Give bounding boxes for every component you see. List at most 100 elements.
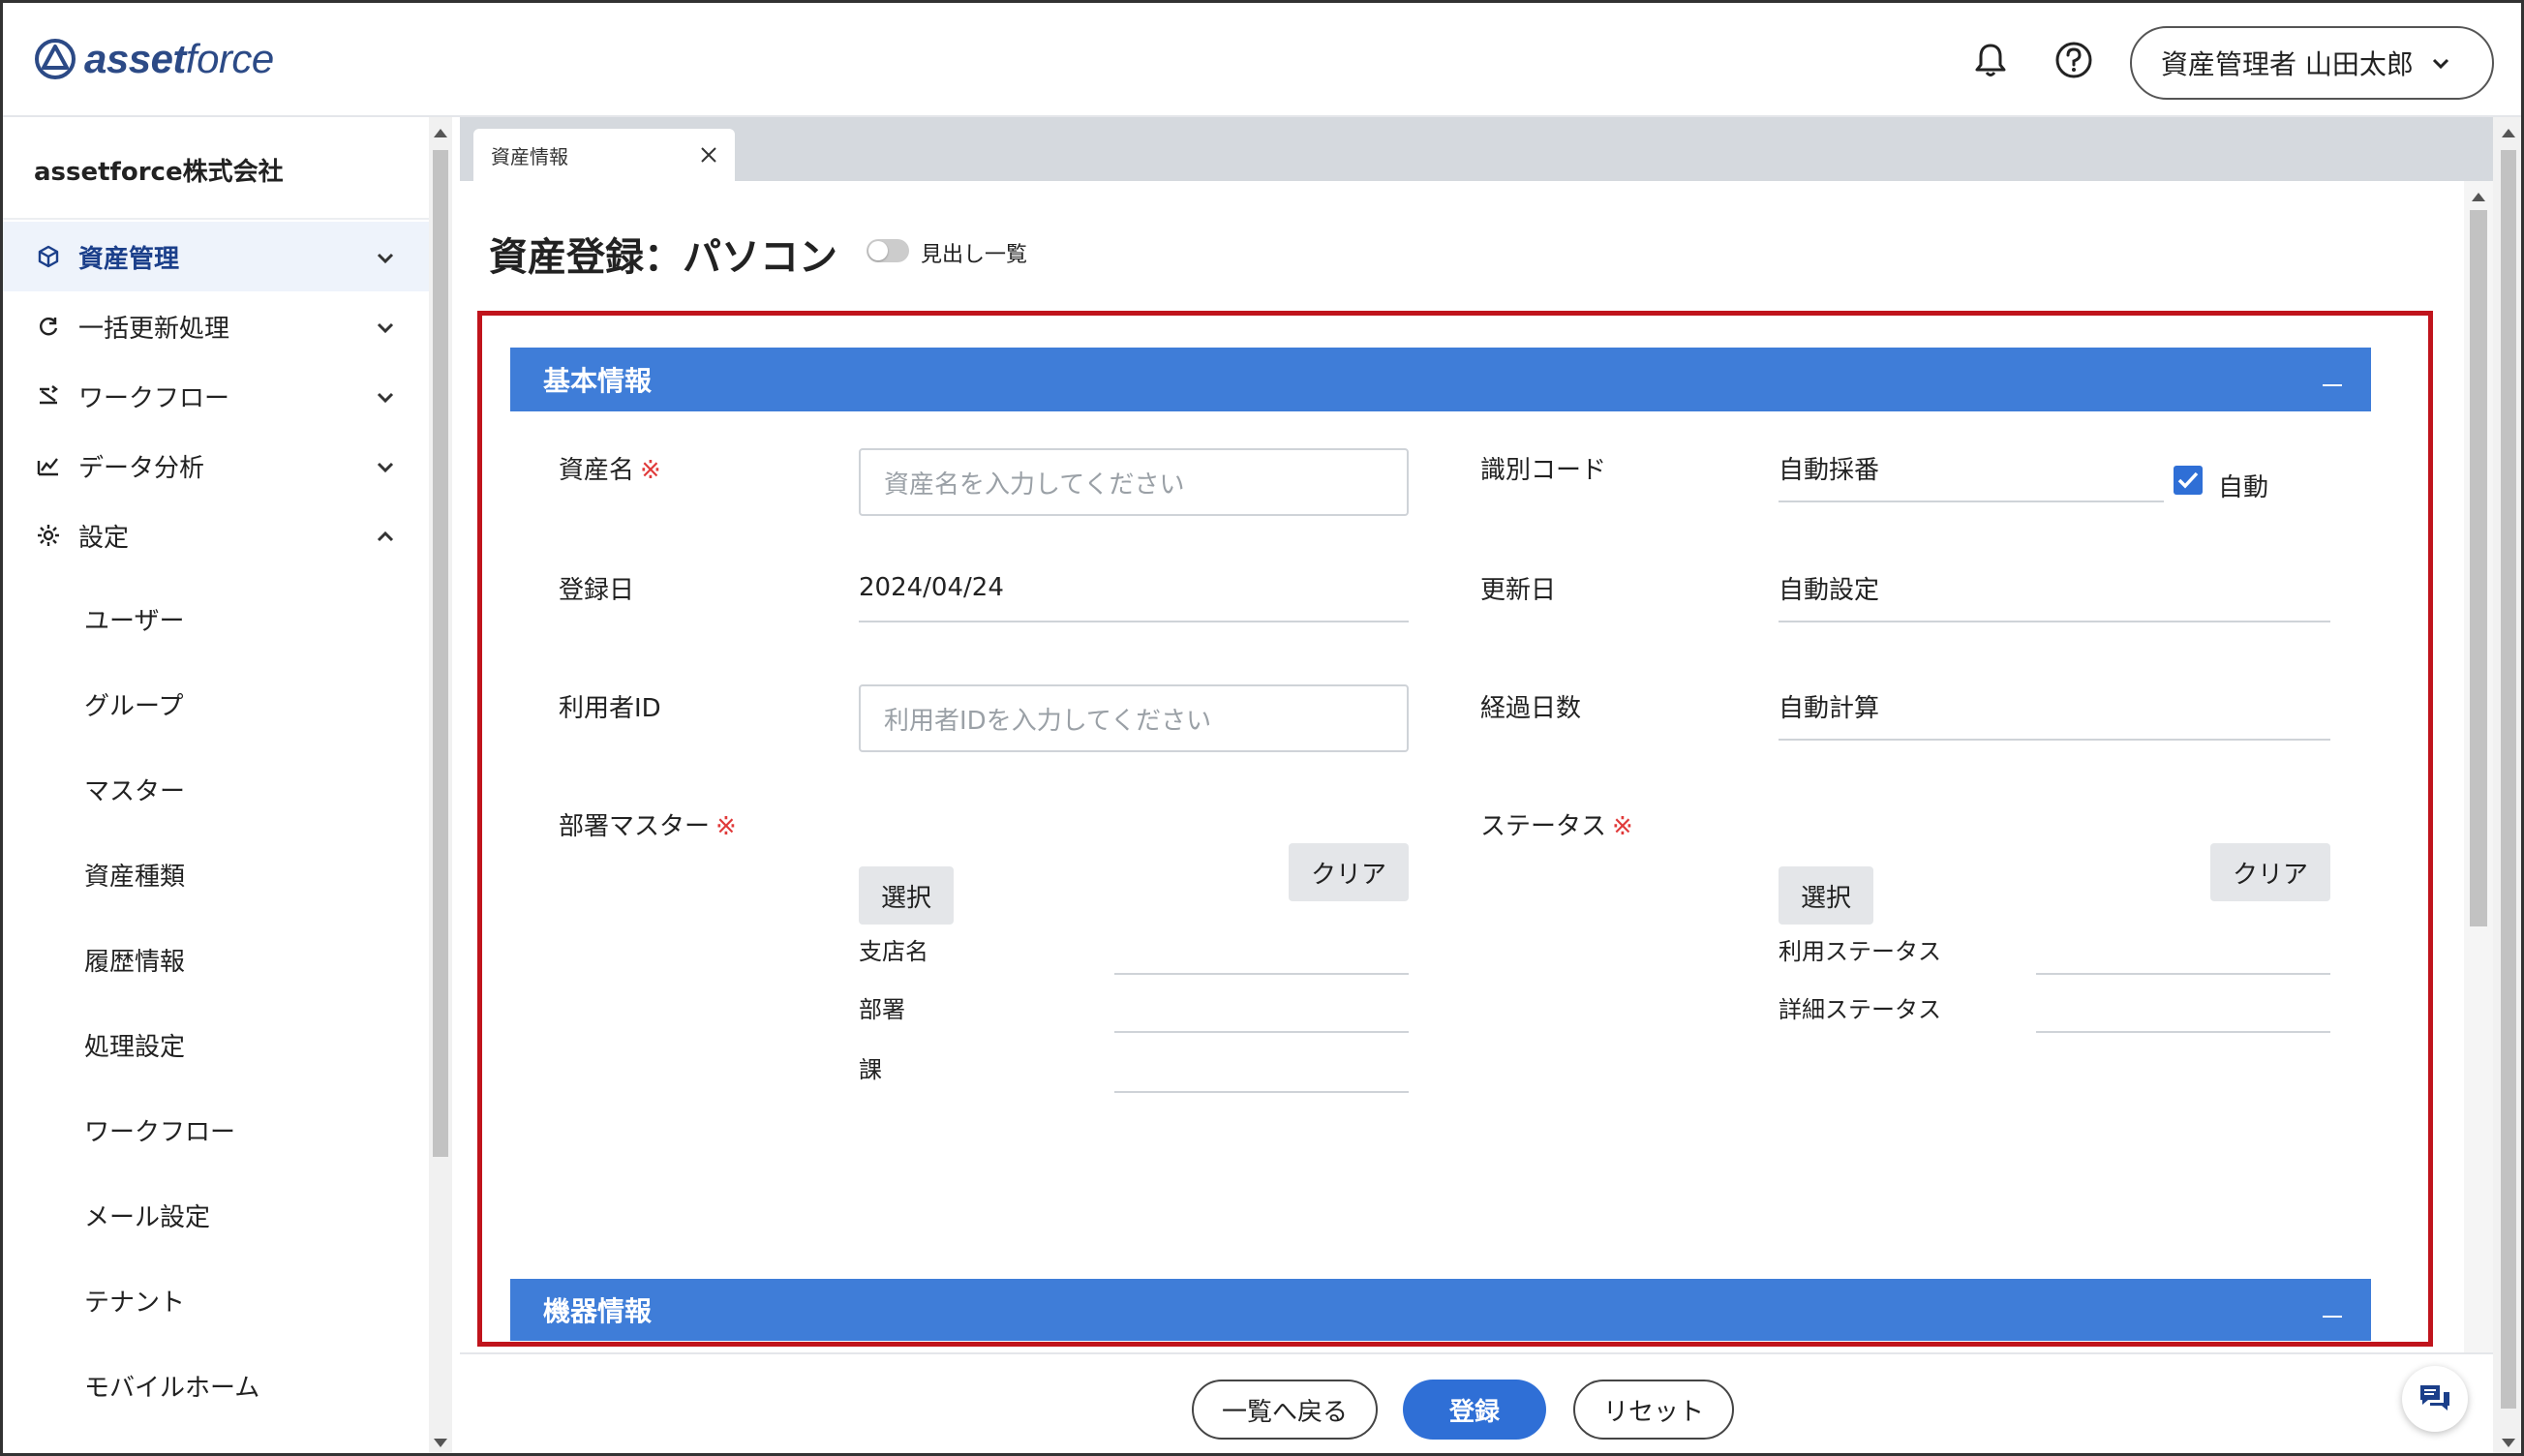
chevron-up-icon	[377, 531, 394, 542]
user-id-input[interactable]: 利用者IDを入力してください	[859, 684, 1409, 752]
user-menu-button[interactable]: 資産管理者 山田太郎	[2130, 26, 2494, 100]
help-icon[interactable]	[2053, 40, 2094, 80]
dept-select-button[interactable]: 選択	[859, 866, 954, 925]
scrollbar-thumb[interactable]	[2470, 210, 2487, 926]
company-name: assetforce株式会社	[34, 158, 284, 187]
sidebar-item-data-analysis[interactable]: データ分析	[3, 431, 429, 500]
scroll-up-arrow-icon[interactable]	[2502, 129, 2515, 137]
detail-status-label: 詳細ステータス	[1779, 996, 1941, 1023]
scroll-up-arrow-icon[interactable]	[2472, 193, 2485, 201]
section-title: 機器情報	[543, 1295, 653, 1327]
section-label: 課	[859, 1056, 882, 1083]
sidebar-subitem-tenant[interactable]: テナント	[84, 1283, 185, 1319]
analytics-icon	[37, 458, 58, 476]
workflow-icon	[40, 385, 58, 405]
chevron-down-icon	[2432, 58, 2448, 70]
back-to-list-button[interactable]: 一覧へ戻る	[1192, 1380, 1378, 1440]
auto-label: 自動	[2218, 473, 2269, 502]
sidebar-item-settings[interactable]: 設定	[3, 500, 429, 570]
main-content: 資産登録：パソコン 見出し一覧 基本情報 資産名 ※ 資産名を入力してください 識…	[460, 181, 2493, 1352]
use-status-label: 利用ステータス	[1779, 938, 1941, 965]
chat-button[interactable]	[2402, 1366, 2468, 1432]
dept-value-line	[1114, 1031, 1409, 1033]
section-title: 基本情報	[543, 365, 653, 397]
use-status-value-line	[2036, 973, 2330, 975]
top-header: assetforce 資産管理者 山田太郎	[3, 3, 2521, 117]
sidebar-subitem-mail-settings[interactable]: メール設定	[84, 1198, 210, 1233]
sidebar-item-label: 一括更新処理	[78, 314, 230, 344]
sidebar-item-label: データ分析	[78, 453, 205, 483]
scrollbar-thumb[interactable]	[433, 150, 448, 1157]
app-logo[interactable]: assetforce	[34, 36, 274, 82]
sidebar-subitem-asset-types[interactable]: 資産種類	[84, 857, 185, 893]
required-mark: ※	[1612, 812, 1633, 841]
elapsed-days-label: 経過日数	[1480, 694, 1582, 723]
detail-status-value-line	[2036, 1031, 2330, 1033]
sidebar-item-asset-management[interactable]: 資産管理	[3, 222, 429, 291]
tab-label: 資産情報	[491, 144, 568, 168]
branch-value-line	[1114, 973, 1409, 975]
sidebar-item-label: ワークフロー	[78, 383, 230, 413]
branch-label: 支店名	[859, 938, 928, 965]
sidebar-subitem-users[interactable]: ユーザー	[84, 601, 184, 637]
reg-date-value: 2024/04/24	[859, 555, 1409, 622]
dept-label: 部署	[859, 996, 905, 1023]
close-icon[interactable]	[698, 144, 719, 166]
reg-date-label: 登録日	[559, 576, 635, 605]
sidebar-subitem-master[interactable]: マスター	[84, 772, 185, 807]
sidebar-subitem-history[interactable]: 履歴情報	[84, 942, 185, 978]
sidebar-item-workflow[interactable]: ワークフロー	[3, 361, 429, 431]
scroll-down-arrow-icon[interactable]	[2502, 1439, 2515, 1447]
asset-name-label: 資産名 ※	[559, 456, 661, 485]
main-scrollbar[interactable]	[2464, 181, 2493, 1352]
page-title: 資産登録：パソコン	[489, 235, 837, 280]
tab-strip: 資産情報	[460, 117, 2493, 181]
scroll-up-arrow-icon[interactable]	[434, 129, 447, 137]
asset-name-input[interactable]: 資産名を入力してください	[859, 448, 1409, 516]
reset-button[interactable]: リセット	[1573, 1380, 1734, 1440]
scroll-down-arrow-icon[interactable]	[434, 1439, 447, 1447]
sidebar-subitem-workflow[interactable]: ワークフロー	[84, 1112, 235, 1148]
id-code-value: 自動採番	[1779, 435, 2164, 502]
sidebar-item-bulk-update[interactable]: 一括更新処理	[3, 291, 429, 361]
sidebar-item-label: 設定	[78, 523, 130, 553]
collapse-icon[interactable]	[2323, 384, 2342, 386]
refresh-icon	[40, 318, 58, 336]
toggle-label: 見出し一覧	[921, 243, 1028, 267]
logo-text: assetforce	[84, 36, 274, 81]
sidebar-item-label: 資産管理	[78, 244, 180, 274]
bell-icon[interactable]	[1970, 40, 2011, 80]
status-clear-button[interactable]: クリア	[2210, 843, 2330, 901]
heading-list-toggle[interactable]	[867, 239, 909, 262]
id-code-label: 識別コード	[1480, 456, 1607, 485]
dept-clear-button[interactable]: クリア	[1289, 843, 1409, 901]
window-scrollbar[interactable]	[2493, 117, 2521, 1453]
chevron-down-icon	[377, 462, 394, 473]
dept-master-label: 部署マスター ※	[559, 812, 737, 841]
collapse-icon[interactable]	[2323, 1316, 2342, 1318]
required-mark: ※	[640, 456, 661, 485]
sidebar: assetforce株式会社 資産管理 一括更新処理 ワークフロー データ分析 …	[3, 117, 429, 1453]
auto-number-checkbox[interactable]	[2174, 466, 2203, 495]
status-select-button[interactable]: 選択	[1779, 866, 1873, 925]
section-header-device-info[interactable]: 機器情報	[510, 1279, 2371, 1341]
chevron-down-icon	[377, 322, 394, 334]
app-window: assetforce 資産管理者 山田太郎 assetforce株式会社 資産管…	[0, 0, 2524, 1456]
status-label: ステータス ※	[1480, 812, 1633, 841]
scrollbar-thumb[interactable]	[2501, 150, 2516, 1409]
section-value-line	[1114, 1091, 1409, 1093]
register-button[interactable]: 登録	[1403, 1380, 1546, 1440]
upd-date-label: 更新日	[1480, 576, 1557, 605]
section-header-basic-info[interactable]: 基本情報	[510, 348, 2371, 411]
sidebar-subitem-mobile-home[interactable]: モバイルホーム	[84, 1368, 259, 1404]
chevron-down-icon	[377, 392, 394, 404]
sidebar-scrollbar[interactable]	[429, 117, 452, 1453]
tab-asset-info[interactable]: 資産情報	[473, 129, 735, 181]
elapsed-days-value: 自動計算	[1779, 673, 2330, 741]
chevron-down-icon	[377, 253, 394, 264]
chat-icon	[2420, 1385, 2449, 1410]
logo-mark-icon	[35, 39, 76, 79]
user-name: 資産管理者 山田太郎	[2161, 48, 2414, 80]
sidebar-subitem-process-settings[interactable]: 処理設定	[84, 1027, 185, 1063]
sidebar-subitem-groups[interactable]: グループ	[84, 686, 183, 722]
